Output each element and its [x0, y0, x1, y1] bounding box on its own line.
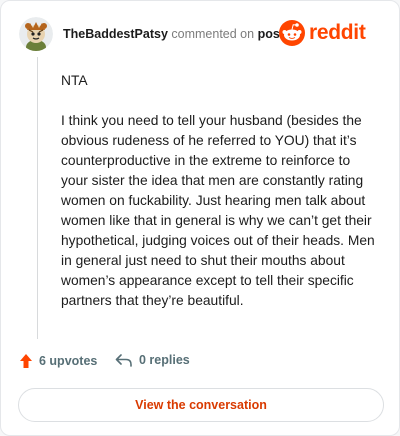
user-avatar[interactable] [19, 17, 53, 51]
comment-body: NTA I think you need to tell your husban… [61, 71, 375, 331]
comment-header: TheBaddestPatsy commented on post reddit [19, 17, 383, 51]
thread-line [37, 57, 38, 339]
reddit-snoo-icon [279, 20, 305, 46]
upvote-arrow-icon [20, 354, 32, 368]
view-conversation-button[interactable]: View the conversation [18, 388, 384, 422]
comment-meta: TheBaddestPatsy commented on post [63, 27, 284, 41]
replies-count: 0 replies [139, 353, 190, 367]
comment-card: TheBaddestPatsy commented on post reddit… [0, 0, 400, 436]
upvotes-count: 6 upvotes [39, 354, 98, 368]
upvotes-stat[interactable]: 6 upvotes [19, 353, 97, 369]
reply-arrow-icon [115, 354, 132, 367]
comment-paragraph: I think you need to tell your husband (b… [61, 113, 375, 308]
snoo-avatar-icon [19, 17, 53, 51]
action-text: commented on [171, 27, 255, 41]
reddit-logo[interactable]: reddit [279, 19, 379, 47]
reddit-wordmark: reddit [309, 21, 366, 44]
replies-stat[interactable]: 0 replies [115, 353, 190, 367]
username-link[interactable]: TheBaddestPatsy [63, 27, 168, 41]
comment-paragraph: NTA [61, 73, 88, 88]
